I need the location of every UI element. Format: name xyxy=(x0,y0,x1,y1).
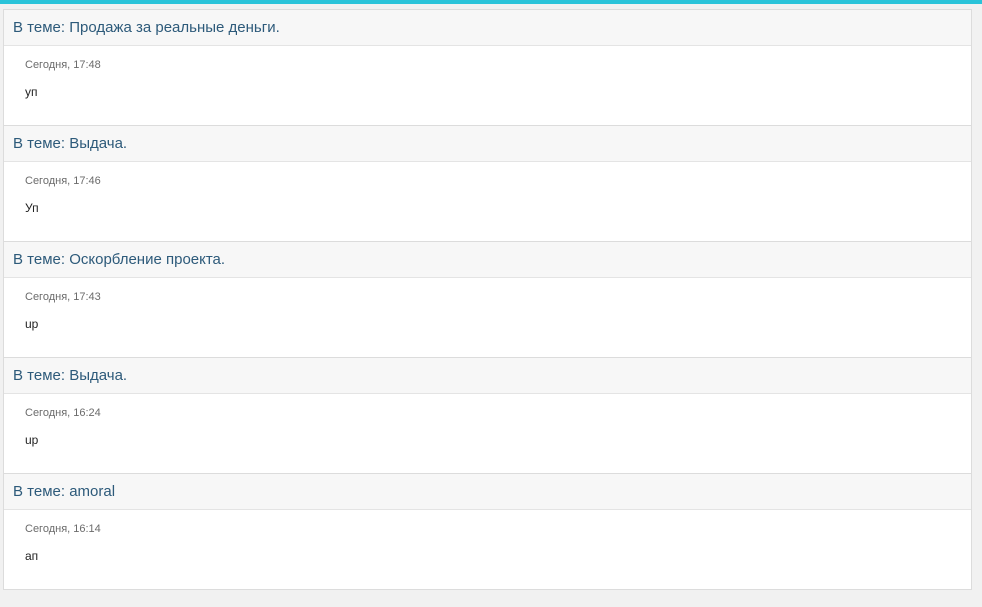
top-accent-bar xyxy=(0,0,982,4)
post-item: В теме: amoral Сегодня, 16:14 ап xyxy=(4,474,971,589)
post-body: Сегодня, 17:48 уп xyxy=(4,46,971,125)
post-timestamp: Сегодня, 16:24 xyxy=(25,407,101,419)
post-timestamp: Сегодня, 17:43 xyxy=(25,291,101,303)
post-topic-link[interactable]: В теме: Выдача. xyxy=(4,126,971,162)
post-text: ап xyxy=(25,549,39,563)
post-item: В теме: Продажа за реальные деньги. Сего… xyxy=(4,10,971,126)
post-body: Сегодня, 17:43 up xyxy=(4,278,971,357)
post-item: В теме: Выдача. Сегодня, 17:46 Уп xyxy=(4,126,971,242)
post-timestamp: Сегодня, 17:46 xyxy=(25,175,101,187)
post-body: Сегодня, 17:46 Уп xyxy=(4,162,971,241)
post-body: Сегодня, 16:24 up xyxy=(4,394,971,473)
post-text: up xyxy=(25,433,39,447)
post-text: Уп xyxy=(25,201,39,215)
post-timestamp: Сегодня, 16:14 xyxy=(25,523,101,535)
post-timestamp: Сегодня, 17:48 xyxy=(25,59,101,71)
post-body: Сегодня, 16:14 ап xyxy=(4,510,971,589)
post-topic-link[interactable]: В теме: Выдача. xyxy=(4,358,971,394)
post-item: В теме: Оскорбление проекта. Сегодня, 17… xyxy=(4,242,971,358)
post-text: up xyxy=(25,317,39,331)
post-topic-link[interactable]: В теме: Оскорбление проекта. xyxy=(4,242,971,278)
post-text: уп xyxy=(25,85,38,99)
post-topic-link[interactable]: В теме: Продажа за реальные деньги. xyxy=(4,10,971,46)
post-item: В теме: Выдача. Сегодня, 16:24 up xyxy=(4,358,971,474)
post-topic-link[interactable]: В теме: amoral xyxy=(4,474,971,510)
post-list: В теме: Продажа за реальные деньги. Сего… xyxy=(3,9,972,590)
